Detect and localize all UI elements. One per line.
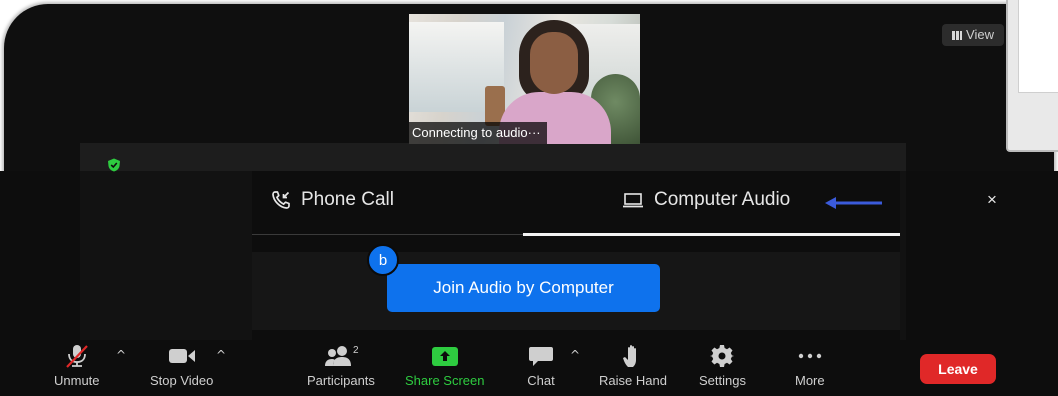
- grid-icon: [952, 30, 963, 40]
- view-button-label: View: [966, 27, 994, 42]
- side-panel-card: [1018, 0, 1058, 93]
- raise-hand-label: Raise Hand: [599, 373, 667, 388]
- participants-label: Participants: [307, 373, 375, 388]
- audio-options-caret[interactable]: ^: [116, 348, 126, 362]
- unmute-button[interactable]: Unmute: [54, 343, 100, 393]
- tab-phone-call-label: Phone Call: [301, 189, 394, 210]
- leave-button[interactable]: Leave: [920, 354, 996, 384]
- video-camera-icon: [168, 349, 195, 363]
- video-status-caption: Connecting to audio···: [409, 122, 547, 144]
- chat-bubble-icon: [529, 347, 553, 366]
- annotation-badge: b: [367, 244, 399, 276]
- more-dots-icon: [798, 353, 822, 359]
- settings-button[interactable]: Settings: [699, 343, 746, 393]
- active-tab-indicator: [523, 233, 900, 236]
- phone-icon: [272, 191, 290, 209]
- laptop-icon: [623, 193, 643, 208]
- participants-button[interactable]: 2 Participants: [307, 343, 375, 393]
- view-button[interactable]: View: [942, 24, 1004, 46]
- muted-mic-icon: [65, 345, 88, 368]
- participants-icon: 2: [324, 345, 359, 366]
- chat-button[interactable]: Chat: [527, 343, 555, 393]
- dialog-header-strip: [80, 143, 906, 173]
- tab-computer-audio[interactable]: Computer Audio: [622, 181, 790, 219]
- share-screen-icon: [431, 347, 458, 366]
- pointer-arrow-icon: [825, 197, 882, 209]
- participant-video: Connecting to audio···: [409, 14, 640, 144]
- stop-video-label: Stop Video: [150, 373, 214, 388]
- tab-phone-call[interactable]: Phone Call: [271, 181, 394, 219]
- share-screen-button[interactable]: Share Screen: [405, 343, 485, 393]
- video-person-face: [530, 32, 578, 94]
- close-dialog-button[interactable]: ×: [987, 190, 997, 210]
- tab-computer-audio-label: Computer Audio: [654, 189, 791, 210]
- chat-label: Chat: [527, 373, 555, 388]
- unmute-label: Unmute: [54, 373, 100, 388]
- more-label: More: [795, 373, 825, 388]
- dialog-left-shade: [80, 171, 252, 341]
- raise-hand-button[interactable]: Raise Hand: [599, 343, 667, 393]
- join-audio-button[interactable]: Join Audio by Computer: [387, 264, 660, 312]
- more-button[interactable]: More: [795, 343, 825, 393]
- share-screen-label: Share Screen: [405, 373, 485, 388]
- chat-options-caret[interactable]: ^: [570, 348, 580, 362]
- raise-hand-icon: [622, 345, 636, 367]
- dialog-right-shade: [900, 171, 906, 341]
- video-options-caret[interactable]: ^: [216, 348, 226, 362]
- settings-label: Settings: [699, 373, 746, 388]
- side-panel: [1006, 0, 1058, 152]
- gear-icon: [710, 345, 735, 367]
- participants-count: 2: [353, 345, 359, 356]
- security-shield-icon[interactable]: [107, 158, 121, 172]
- stop-video-button[interactable]: Stop Video: [150, 343, 213, 393]
